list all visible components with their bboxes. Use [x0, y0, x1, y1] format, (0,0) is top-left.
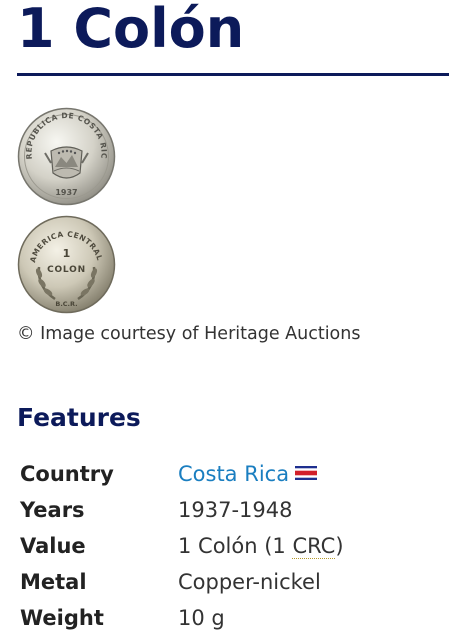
currency-code-abbr[interactable]: CRC	[292, 534, 336, 559]
value-label: Value	[20, 534, 86, 558]
weight-value: 10 g	[178, 606, 225, 630]
value-prefix: 1 Colón (1	[178, 534, 293, 558]
svg-text:B.C.R.: B.C.R.	[55, 300, 77, 308]
features-table: Country Costa Rica Years 1937-1948 Value…	[20, 456, 450, 636]
coin-reverse-image[interactable]: AMERICA CENTRAL 1 COLON B.C.R.	[17, 215, 116, 314]
feature-row-years: Years 1937-1948	[20, 492, 450, 528]
feature-row-country: Country Costa Rica	[20, 456, 450, 492]
years-value: 1937-1948	[178, 498, 293, 522]
svg-text:1937: 1937	[55, 188, 77, 197]
features-heading: Features	[17, 403, 141, 432]
feature-row-metal: Metal Copper-nickel	[20, 564, 450, 600]
coin-obverse-image[interactable]: REPUBLICA DE COSTA RICA 1937	[17, 107, 116, 206]
country-value: Costa Rica	[178, 455, 318, 493]
image-credit: © Image courtesy of Heritage Auctions	[17, 324, 361, 344]
weight-label: Weight	[20, 606, 104, 630]
value-value: 1 Colón (1 CRC)	[178, 528, 344, 564]
feature-row-value: Value 1 Colón (1 CRC)	[20, 528, 450, 564]
country-label: Country	[20, 462, 114, 486]
title-divider	[17, 73, 449, 76]
metal-label: Metal	[20, 570, 87, 594]
svg-text:1: 1	[63, 247, 71, 260]
svg-text:COLON: COLON	[47, 265, 86, 275]
costa-rica-flag-icon	[295, 455, 318, 491]
years-label: Years	[20, 498, 85, 522]
country-link[interactable]: Costa Rica	[178, 462, 289, 486]
metal-value: Copper-nickel	[178, 570, 321, 594]
feature-row-weight: Weight 10 g	[20, 600, 450, 636]
page-title: 1 Colón	[17, 0, 245, 60]
value-suffix: )	[335, 534, 344, 558]
